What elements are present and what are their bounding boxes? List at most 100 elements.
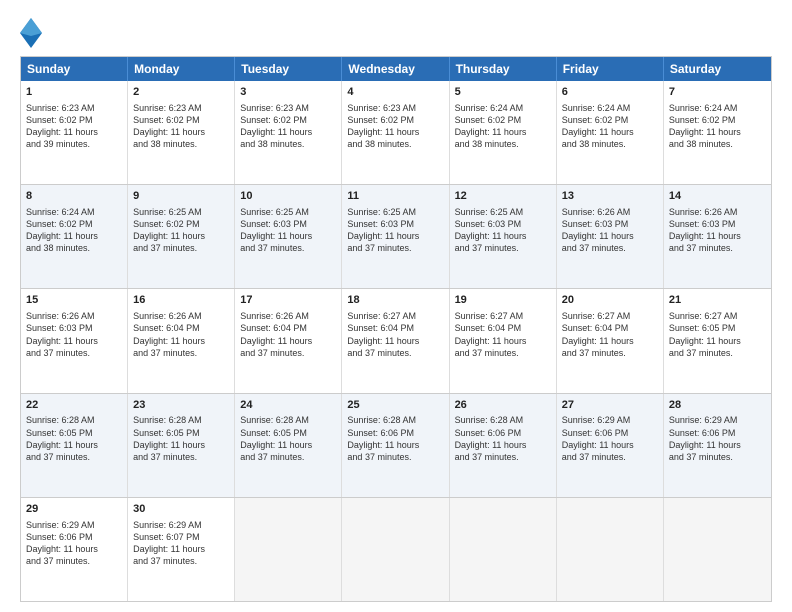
day-number: 3 [240,85,336,100]
cell-line: Sunrise: 6:23 AM [26,102,122,114]
day-cell-8: 8Sunrise: 6:24 AMSunset: 6:02 PMDaylight… [21,185,128,288]
cell-line: Daylight: 11 hours [26,335,122,347]
cell-line: Sunset: 6:04 PM [133,322,229,334]
day-number: 10 [240,189,336,204]
day-cell-28: 28Sunrise: 6:29 AMSunset: 6:06 PMDayligh… [664,394,771,497]
cell-line: and 37 minutes. [669,451,766,463]
calendar-row-3: 15Sunrise: 6:26 AMSunset: 6:03 PMDayligh… [21,289,771,393]
cell-line: Sunset: 6:02 PM [562,114,658,126]
cell-line: and 38 minutes. [133,138,229,150]
cell-line: and 37 minutes. [26,451,122,463]
day-number: 18 [347,293,443,308]
calendar-row-4: 22Sunrise: 6:28 AMSunset: 6:05 PMDayligh… [21,394,771,498]
cell-line: Sunset: 6:02 PM [455,114,551,126]
cell-line: Sunset: 6:03 PM [26,322,122,334]
cell-line: and 37 minutes. [347,242,443,254]
day-number: 5 [455,85,551,100]
cell-line: and 37 minutes. [562,242,658,254]
header-day-tuesday: Tuesday [235,57,342,81]
empty-cell [664,498,771,601]
day-number: 25 [347,398,443,413]
cell-line: Daylight: 11 hours [455,126,551,138]
day-number: 14 [669,189,766,204]
day-cell-2: 2Sunrise: 6:23 AMSunset: 6:02 PMDaylight… [128,81,235,184]
cell-line: and 37 minutes. [455,451,551,463]
day-number: 13 [562,189,658,204]
cell-line: Sunrise: 6:26 AM [133,310,229,322]
cell-line: Daylight: 11 hours [133,543,229,555]
cell-line: Sunset: 6:07 PM [133,531,229,543]
cell-line: Sunset: 6:04 PM [562,322,658,334]
cell-line: Daylight: 11 hours [133,439,229,451]
cell-line: Sunrise: 6:24 AM [669,102,766,114]
logo [20,18,44,46]
cell-line: Daylight: 11 hours [562,335,658,347]
calendar-row-5: 29Sunrise: 6:29 AMSunset: 6:06 PMDayligh… [21,498,771,601]
day-number: 2 [133,85,229,100]
header-day-thursday: Thursday [450,57,557,81]
empty-cell [450,498,557,601]
cell-line: Sunrise: 6:26 AM [562,206,658,218]
cell-line: Sunrise: 6:25 AM [347,206,443,218]
cell-line: Sunset: 6:05 PM [240,427,336,439]
page: SundayMondayTuesdayWednesdayThursdayFrid… [0,0,792,612]
day-cell-14: 14Sunrise: 6:26 AMSunset: 6:03 PMDayligh… [664,185,771,288]
cell-line: Daylight: 11 hours [26,230,122,242]
day-cell-19: 19Sunrise: 6:27 AMSunset: 6:04 PMDayligh… [450,289,557,392]
day-cell-17: 17Sunrise: 6:26 AMSunset: 6:04 PMDayligh… [235,289,342,392]
cell-line: Sunrise: 6:26 AM [26,310,122,322]
day-number: 22 [26,398,122,413]
cell-line: Daylight: 11 hours [240,439,336,451]
cell-line: Daylight: 11 hours [669,439,766,451]
cell-line: Sunset: 6:03 PM [455,218,551,230]
day-number: 15 [26,293,122,308]
cell-line: and 38 minutes. [669,138,766,150]
day-cell-25: 25Sunrise: 6:28 AMSunset: 6:06 PMDayligh… [342,394,449,497]
calendar-body: 1Sunrise: 6:23 AMSunset: 6:02 PMDaylight… [21,81,771,601]
cell-line: Daylight: 11 hours [669,126,766,138]
cell-line: Daylight: 11 hours [347,335,443,347]
cell-line: Daylight: 11 hours [669,230,766,242]
cell-line: Sunset: 6:03 PM [562,218,658,230]
cell-line: Sunset: 6:03 PM [347,218,443,230]
day-cell-1: 1Sunrise: 6:23 AMSunset: 6:02 PMDaylight… [21,81,128,184]
cell-line: Sunset: 6:06 PM [347,427,443,439]
cell-line: and 37 minutes. [455,347,551,359]
cell-line: Sunrise: 6:28 AM [133,414,229,426]
cell-line: Sunset: 6:02 PM [133,218,229,230]
cell-line: Sunset: 6:05 PM [669,322,766,334]
day-cell-18: 18Sunrise: 6:27 AMSunset: 6:04 PMDayligh… [342,289,449,392]
day-cell-15: 15 Sunrise: 6:26 AMSunset: 6:03 PMDayligh… [21,289,128,392]
cell-line: Daylight: 11 hours [562,126,658,138]
day-cell-10: 10Sunrise: 6:25 AMSunset: 6:03 PMDayligh… [235,185,342,288]
cell-line: and 37 minutes. [133,451,229,463]
cell-line: Sunrise: 6:28 AM [347,414,443,426]
day-cell-12: 12Sunrise: 6:25 AMSunset: 6:03 PMDayligh… [450,185,557,288]
header-day-friday: Friday [557,57,664,81]
cell-line: Sunset: 6:06 PM [26,531,122,543]
day-number: 1 [26,85,122,100]
day-number: 23 [133,398,229,413]
empty-cell [235,498,342,601]
cell-line: Sunrise: 6:23 AM [347,102,443,114]
empty-cell [557,498,664,601]
cell-line: Daylight: 11 hours [347,439,443,451]
cell-line: Sunrise: 6:29 AM [669,414,766,426]
cell-line: Sunset: 6:04 PM [347,322,443,334]
cell-line: Sunrise: 6:29 AM [26,519,122,531]
header-day-monday: Monday [128,57,235,81]
cell-line: Daylight: 11 hours [26,543,122,555]
cell-line: and 37 minutes. [562,451,658,463]
cell-line: Daylight: 11 hours [133,230,229,242]
cell-line: and 37 minutes. [669,347,766,359]
day-number: 30 [133,502,229,517]
cell-line: Sunset: 6:03 PM [240,218,336,230]
cell-line: Sunrise: 6:27 AM [455,310,551,322]
day-number: 4 [347,85,443,100]
cell-line: Sunrise: 6:28 AM [455,414,551,426]
cell-line: and 37 minutes. [26,347,122,359]
day-cell-21: 21Sunrise: 6:27 AMSunset: 6:05 PMDayligh… [664,289,771,392]
cell-line: Daylight: 11 hours [26,126,122,138]
cell-line: Sunrise: 6:25 AM [133,206,229,218]
cell-line: Sunrise: 6:24 AM [26,206,122,218]
